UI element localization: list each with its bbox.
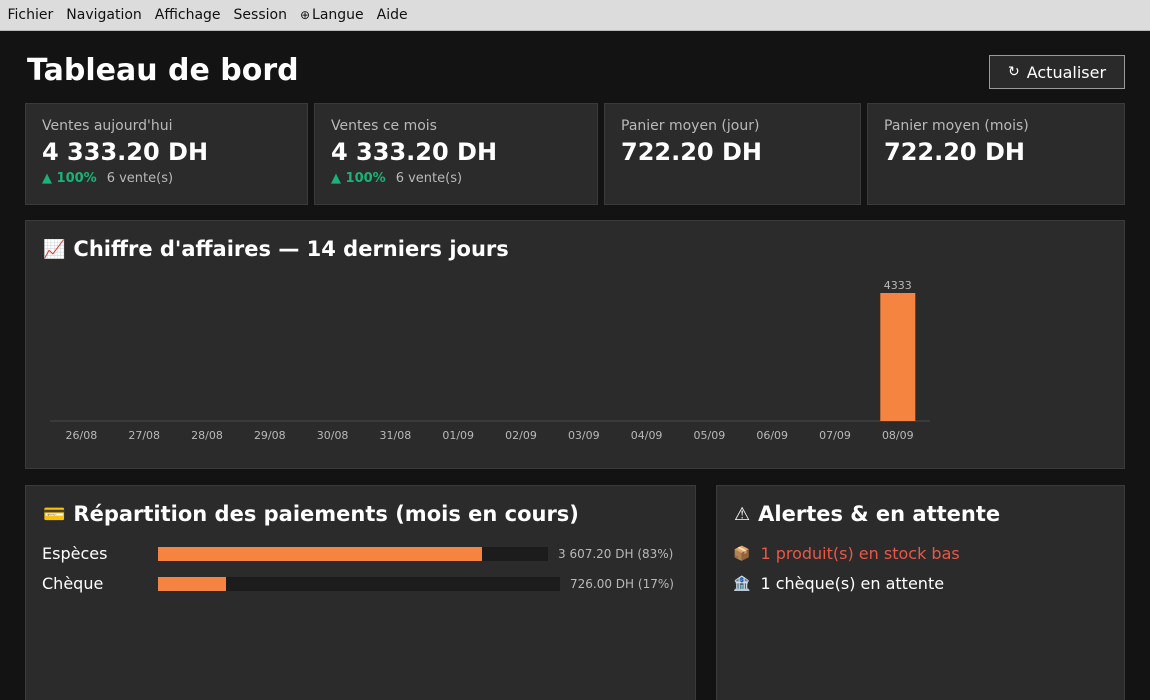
kpi-value: 4 333.20 DH	[331, 138, 498, 166]
alert-pending-cheques[interactable]: 🏦 1 chèque(s) en attente	[733, 574, 944, 593]
kpi-count: 6 vente(s)	[395, 171, 463, 186]
refresh-button-label: Actualiser	[1026, 62, 1107, 82]
kpi-trend: ▲ 100%	[331, 171, 386, 186]
chart-data-label: 4333	[884, 279, 912, 292]
payment-fill	[158, 577, 227, 591]
chart-tick-label: 27/08	[128, 429, 160, 442]
menu-aide[interactable]: Aide	[370, 0, 414, 31]
kpi-value: 722.20 DH	[884, 138, 1025, 166]
payment-fill	[158, 547, 482, 561]
alert-text: 1 produit(s) en stock bas	[760, 544, 960, 563]
chart-tick-label: 01/09	[442, 429, 474, 442]
chart-tick-label: 04/09	[631, 429, 663, 442]
payment-track	[158, 547, 548, 561]
alert-text: 1 chèque(s) en attente	[760, 574, 945, 593]
chart-tick-label: 05/09	[694, 429, 726, 442]
revenue-chart: 26/08 27/08 28/08 29/08 30/08 31/08 01/09 02/09…	[50, 279, 930, 442]
menu-fichier[interactable]: Fichier	[1, 0, 60, 31]
chart-tick-label: 28/08	[191, 429, 223, 442]
globe-icon: ⊕	[299, 7, 311, 22]
chart-tick-label: 02/09	[505, 429, 537, 442]
page-title: Tableau de bord	[27, 53, 299, 88]
alerts-title-text: Alertes & en attente	[758, 502, 1001, 526]
menu-navigation[interactable]: Navigation	[60, 0, 149, 31]
kpi-subline: ▲ 100% 6 vente(s)	[331, 171, 597, 186]
menu-langue[interactable]: ⊕ Langue	[293, 0, 370, 31]
payment-row-cheque: Chèque 726.00 DH (17%)	[42, 574, 682, 594]
alerts-panel: ⚠ Alertes & en attente 📦 1 produit(s) en…	[716, 485, 1125, 700]
chart-tick-label: 26/08	[66, 429, 98, 442]
kpi-subline: ▲ 100% 6 vente(s)	[42, 171, 307, 186]
payments-title: 💳 Répartition des paiements (mois en cou…	[43, 502, 579, 526]
payments-panel: 💳 Répartition des paiements (mois en cou…	[25, 485, 696, 700]
payment-label: Espèces	[42, 544, 108, 563]
kpi-label: Panier moyen (mois)	[884, 118, 1029, 134]
menu-affichage[interactable]: Affichage	[148, 0, 227, 31]
chart-tick-label: 07/09	[819, 429, 851, 442]
menu-bar: Fichier Navigation Affichage Session ⊕ La…	[0, 0, 1150, 31]
kpi-card-sales-month: Ventes ce mois 4 333.20 DH ▲ 100% 6 vent…	[314, 103, 598, 205]
kpi-value: 722.20 DH	[621, 138, 762, 166]
chart-tick-label: 31/08	[380, 429, 412, 442]
chart-tick-label: 30/08	[317, 429, 349, 442]
chart-tick-label: 03/09	[568, 429, 600, 442]
alerts-title: ⚠ Alertes & en attente	[734, 502, 1000, 526]
menu-session[interactable]: Session	[227, 0, 293, 31]
payment-row-especes: Espèces 3 607.20 DH (83%)	[42, 544, 682, 564]
payment-track	[158, 577, 560, 591]
kpi-label: Ventes ce mois	[331, 118, 437, 134]
kpi-count: 6 vente(s)	[106, 171, 174, 186]
refresh-button[interactable]: ↻ Actualiser	[989, 55, 1125, 89]
chart-tick-label: 06/09	[756, 429, 788, 442]
kpi-label: Ventes aujourd'hui	[42, 118, 173, 134]
kpi-card-basket-month: Panier moyen (mois) 722.20 DH	[867, 103, 1125, 205]
alert-low-stock[interactable]: 📦 1 produit(s) en stock bas	[733, 544, 960, 563]
kpi-card-basket-day: Panier moyen (jour) 722.20 DH	[604, 103, 861, 205]
bank-icon: 🏦	[733, 575, 751, 592]
warning-icon: ⚠	[734, 503, 751, 525]
payment-amount: 726.00 DH (17%)	[570, 577, 674, 591]
revenue-chart-panel: 📈 Chiffre d'affaires — 14 derniers jours…	[25, 220, 1125, 469]
menu-langue-label: Langue	[312, 6, 364, 23]
payments-title-text: Répartition des paiements (mois en cours…	[73, 502, 579, 526]
payment-label: Chèque	[42, 574, 104, 593]
kpi-trend: ▲ 100%	[42, 171, 97, 186]
chart-tick-label: 29/08	[254, 429, 286, 442]
kpi-label: Panier moyen (jour)	[621, 118, 760, 134]
refresh-icon: ↻	[1007, 64, 1020, 80]
credit-card-icon: 💳	[43, 503, 66, 525]
payment-amount: 3 607.20 DH (83%)	[558, 547, 674, 561]
chart-bar	[880, 293, 916, 421]
kpi-value: 4 333.20 DH	[42, 138, 209, 166]
package-icon: 📦	[733, 545, 751, 562]
chart-tick-label: 08/09	[882, 429, 914, 442]
kpi-card-sales-today: Ventes aujourd'hui 4 333.20 DH ▲ 100% 6 …	[25, 103, 308, 205]
